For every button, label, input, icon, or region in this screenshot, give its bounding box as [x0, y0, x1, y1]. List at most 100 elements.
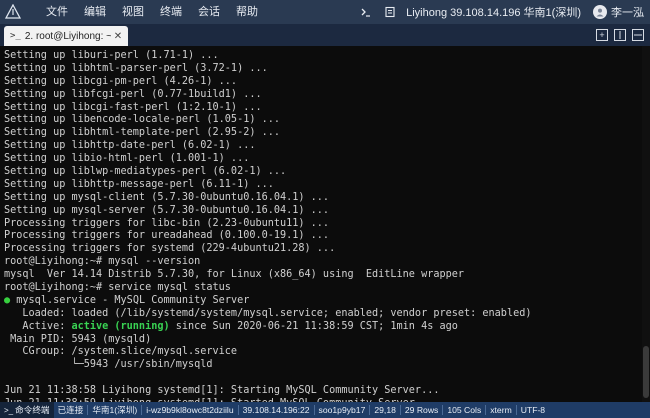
- status-cursor-pos: 29,18: [370, 402, 400, 418]
- line-text: Processing triggers for systemd (229-4ub…: [4, 243, 336, 255]
- line-text: Setting up libencode-locale-perl (1.05-1…: [4, 114, 281, 126]
- terminal-line: Setting up liburi-perl (1.71-1) ...: [4, 50, 642, 63]
- line-text: Setting up mysql-server (5.7.30-0ubuntu0…: [4, 204, 330, 216]
- status-cols: 105 Cols: [443, 402, 485, 418]
- user-avatar-icon[interactable]: [593, 5, 607, 19]
- status-connection-label: 已连接: [57, 405, 84, 415]
- terminal-line: Active: active (running) since Sun 2020-…: [4, 321, 642, 334]
- status-instance-id: i-wz9b9kl8owc8t2dziilu: [142, 402, 237, 418]
- status-rows-label: 29 Rows: [404, 405, 439, 415]
- status-cols-label: 105 Cols: [447, 405, 482, 415]
- menu-right-area: Liyihong 39.108.14.196 华南1(深圳) 李一泓: [354, 0, 650, 24]
- line-text: Processing triggers for ureadahead (0.10…: [4, 230, 330, 242]
- line-text: root@Liyihong:~# service mysql status: [4, 282, 231, 294]
- split-horizontal-icon[interactable]: [632, 29, 644, 41]
- terminal-line: Setting up libhttp-date-perl (6.02-1) ..…: [4, 140, 642, 153]
- line-text: mysql Ver 14.14 Distrib 5.7.30, for Linu…: [4, 269, 465, 281]
- terminal-line: Setting up libcgi-pm-perl (4.26-1) ...: [4, 76, 642, 89]
- file-transfer-icon[interactable]: [382, 4, 398, 20]
- menu-bar: 文件 编辑 视图 终端 会话 帮助 Liyihong 39.108.14.196…: [0, 0, 650, 24]
- terminal-line: Jun 21 11:38:58 Liyihong systemd[1]: Sta…: [4, 385, 642, 398]
- menu-help[interactable]: 帮助: [234, 0, 260, 24]
- tab-close-icon[interactable]: ✕: [111, 31, 125, 42]
- status-terminal-label: 命令终端: [15, 405, 50, 415]
- terminal-line: Setting up libio-html-perl (1.001-1) ...: [4, 153, 642, 166]
- status-cursor-label: 29,18: [374, 405, 396, 415]
- terminal-line: Setting up libhtml-parser-perl (3.72-1) …: [4, 63, 642, 76]
- status-encoding-label: UTF-8: [520, 405, 546, 415]
- terminal-line: root@Liyihong:~# mysql --version: [4, 256, 642, 269]
- terminal-line: └─5943 /usr/sbin/mysqld: [4, 359, 642, 372]
- line-text: since Sun 2020-06-21 11:38:59 CST; 1min …: [169, 320, 458, 332]
- status-encoding[interactable]: UTF-8: [517, 402, 549, 418]
- terminal-tab-icon: >_: [10, 31, 21, 41]
- active-status-text: active (running): [71, 320, 170, 332]
- app-logo-icon: [0, 0, 26, 24]
- host-info: Liyihong 39.108.14.196 华南1(深圳): [406, 7, 581, 19]
- terminal-prompt-icon[interactable]: [358, 4, 374, 20]
- line-text: Setting up mysql-client (5.7.30-0ubuntu0…: [4, 191, 330, 203]
- terminal-line: Main PID: 5943 (mysqld): [4, 334, 642, 347]
- terminal-line: ● mysql.service - MySQL Community Server: [4, 295, 642, 308]
- terminal-line: Setting up libcgi-fast-perl (1:2.10-1) .…: [4, 102, 642, 115]
- terminal-line: Processing triggers for ureadahead (0.10…: [4, 230, 642, 243]
- tab-root-session[interactable]: >_ 2. root@Liyihong: ~ ✕: [4, 26, 128, 46]
- tab-label: 2. root@Liyihong: ~: [24, 30, 111, 42]
- line-text: Setting up libhttp-message-perl (6.11-1)…: [4, 178, 274, 190]
- terminal-app-window: 文件 编辑 视图 终端 会话 帮助 Liyihong 39.108.14.196…: [0, 0, 650, 418]
- line-label: Active:: [4, 320, 72, 332]
- status-connection: 已连接: [54, 402, 88, 418]
- tab-tools: +: [590, 24, 650, 46]
- line-text: Setting up libhtml-parser-perl (3.72-1) …: [4, 62, 268, 74]
- status-address: 39.108.14.196:22: [239, 402, 314, 418]
- terminal-output[interactable]: Setting up liburi-perl (1.71-1) ... Setti…: [0, 46, 642, 402]
- terminal-line: Processing triggers for libc-bin (2.23-0…: [4, 218, 642, 231]
- menu-session[interactable]: 会话: [196, 0, 222, 24]
- menu-file[interactable]: 文件: [44, 0, 70, 24]
- line-text: mysql.service - MySQL Community Server: [16, 294, 250, 306]
- status-session-id: soo1p9yb17: [315, 402, 370, 418]
- line-text: root@Liyihong:~# mysql --version: [4, 256, 201, 268]
- menu-items: 文件 编辑 视图 终端 会话 帮助: [44, 0, 272, 24]
- menu-view[interactable]: 视图: [120, 0, 146, 24]
- terminal-mode-icon: >_: [4, 405, 14, 415]
- tab-bar: >_ 2. root@Liyihong: ~ ✕ +: [0, 24, 650, 46]
- terminal-line: CGroup: /system.slice/mysql.service: [4, 346, 642, 359]
- terminal-line: mysql Ver 14.14 Distrib 5.7.30, for Linu…: [4, 269, 642, 282]
- terminal-line: Setting up mysql-client (5.7.30-0ubuntu0…: [4, 192, 642, 205]
- status-terminal-mode[interactable]: >_ 命令终端: [0, 402, 54, 418]
- line-text: Setting up liburi-perl (1.71-1) ...: [4, 50, 219, 61]
- status-session-label: soo1p9yb17: [318, 405, 366, 415]
- status-bar: >_ 命令终端 已连接 华南1(深圳) i-wz9b9kl8owc8t2dzii…: [0, 402, 650, 418]
- terminal-line: root@Liyihong:~# service mysql status: [4, 282, 642, 295]
- menu-edit[interactable]: 编辑: [82, 0, 108, 24]
- status-instance-label: i-wz9b9kl8owc8t2dziilu: [146, 405, 234, 415]
- line-text: Setting up libfcgi-perl (0.77-1build1) .…: [4, 88, 262, 100]
- line-text: Main PID: 5943 (mysqld): [4, 333, 152, 345]
- menu-terminal[interactable]: 终端: [158, 0, 184, 24]
- user-name[interactable]: 李一泓: [611, 4, 644, 20]
- status-address-label: 39.108.14.196:22: [242, 405, 310, 415]
- terminal-line: Setting up libencode-locale-perl (1.05-1…: [4, 114, 642, 127]
- line-text: Processing triggers for libc-bin (2.23-0…: [4, 217, 330, 229]
- scrollbar-thumb[interactable]: [643, 346, 649, 398]
- line-text: Setting up libhttp-date-perl (6.02-1) ..…: [4, 140, 256, 152]
- terminal-line: Setting up liblwp-mediatypes-perl (6.02-…: [4, 166, 642, 179]
- terminal-line: Setting up libhttp-message-perl (6.11-1)…: [4, 179, 642, 192]
- terminal-line: Setting up mysql-server (5.7.30-0ubuntu0…: [4, 205, 642, 218]
- service-status-dot: ●: [4, 294, 17, 306]
- line-text: Setting up libcgi-pm-perl (4.26-1) ...: [4, 75, 238, 87]
- status-region: 华南1(深圳): [88, 402, 141, 418]
- line-text: Setting up libhtml-template-perl (2.95-2…: [4, 127, 281, 139]
- terminal-line: Setting up libfcgi-perl (0.77-1build1) .…: [4, 89, 642, 102]
- terminal-scrollbar[interactable]: [642, 46, 650, 402]
- line-text: Loaded: loaded (/lib/systemd/system/mysq…: [4, 307, 532, 319]
- line-text: Setting up liblwp-mediatypes-perl (6.02-…: [4, 166, 287, 178]
- line-text: CGroup: /system.slice/mysql.service: [4, 346, 238, 358]
- terminal-line: Loaded: loaded (/lib/systemd/system/mysq…: [4, 308, 642, 321]
- split-pane-icon[interactable]: [614, 29, 626, 41]
- line-text: Setting up libio-html-perl (1.001-1) ...: [4, 153, 250, 165]
- line-text: Setting up libcgi-fast-perl (1:2.10-1) .…: [4, 101, 262, 113]
- new-tab-icon[interactable]: +: [596, 29, 608, 41]
